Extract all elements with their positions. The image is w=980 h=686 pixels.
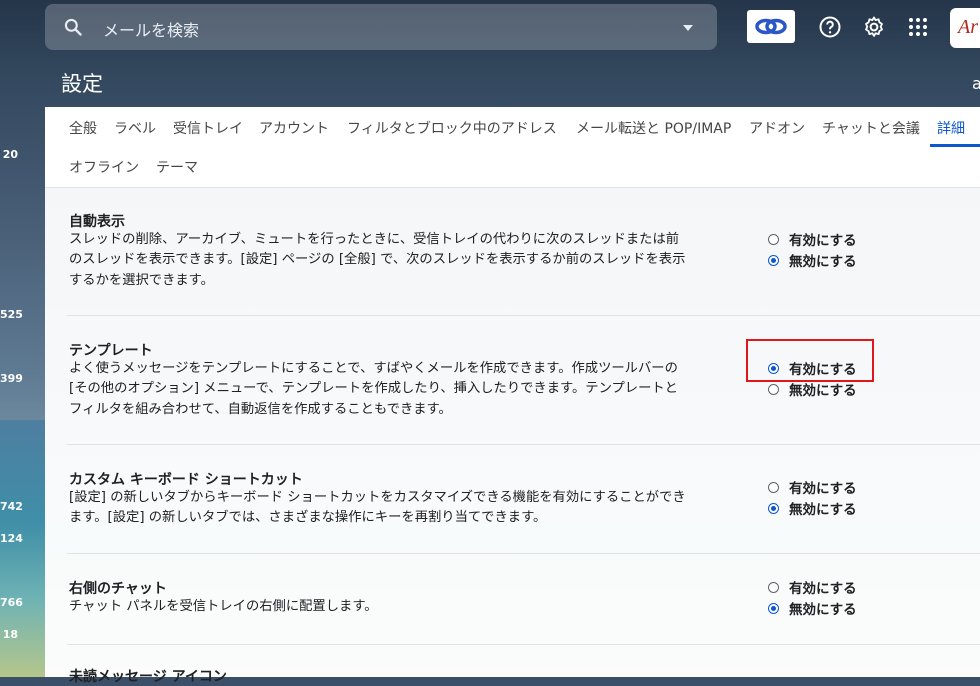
option-label: 無効にする: [789, 602, 857, 618]
radio-button-selected[interactable]: [768, 602, 779, 614]
tab-advanced[interactable]: 詳細: [937, 118, 965, 138]
radio-button-selected[interactable]: [768, 254, 779, 266]
tab-filters[interactable]: フィルタとブロック中のアドレス: [347, 118, 557, 138]
setting-description: チャット パネルを受信トレイの右側に配置します。: [69, 599, 378, 614]
tab-chat-meet[interactable]: チャットと会議: [822, 118, 920, 138]
active-tab-indicator: [930, 144, 980, 147]
option-label: 有効にする: [789, 481, 857, 497]
auto-advance-enable-option[interactable]: 有効にする: [768, 229, 857, 249]
annotation-highlight-box: [746, 339, 874, 382]
sidebar-count: 124: [0, 532, 23, 545]
tab-inbox[interactable]: 受信トレイ: [173, 118, 243, 138]
sidebar-count: 399: [0, 372, 23, 385]
search-icon: [64, 18, 82, 36]
option-label: 無効にする: [789, 254, 857, 270]
section-divider: [67, 553, 980, 554]
auto-advance-disable-option[interactable]: 無効にする: [768, 250, 857, 270]
sidebar-count: 20: [2, 148, 18, 161]
sidebar-count: 18: [2, 628, 18, 641]
setting-title: テンプレート: [69, 343, 153, 359]
sidebar-count: 742: [0, 500, 23, 513]
tab-labels[interactable]: ラベル: [114, 118, 156, 138]
settings-tabs: 全般 ラベル 受信トレイ アカウント フィルタとブロック中のアドレス メール転送…: [45, 107, 980, 188]
settings-panel: 全般 ラベル 受信トレイ アカウント フィルタとブロック中のアドレス メール転送…: [45, 107, 980, 677]
search-bar[interactable]: メールを検索: [45, 4, 717, 50]
radio-button-selected[interactable]: [768, 502, 779, 514]
right-chat-enable-option[interactable]: 有効にする: [768, 577, 857, 597]
setting-title-cutoff: 未読メッセージ アイコン: [69, 669, 227, 685]
option-label: 有効にする: [789, 233, 857, 249]
search-options-chevron-icon[interactable]: [683, 25, 693, 31]
right-chat-disable-option[interactable]: 無効にする: [768, 598, 857, 618]
page-title: 設定: [61, 72, 103, 96]
apps-grid-icon[interactable]: [906, 15, 930, 39]
shortcuts-enable-option[interactable]: 有効にする: [768, 477, 857, 497]
account-logo-text: Ar: [958, 16, 978, 38]
setting-description: スレッドの削除、アーカイブ、ミュートを行ったときに、受信トレイの代わりに次のスレ…: [69, 232, 686, 288]
shortcuts-disable-option[interactable]: 無効にする: [768, 498, 857, 518]
tab-general[interactable]: 全般: [69, 118, 97, 138]
radio-button[interactable]: [768, 233, 779, 245]
radio-button[interactable]: [768, 383, 779, 395]
section-divider: [67, 444, 980, 445]
setting-title: 右側のチャット: [69, 581, 167, 597]
setting-title: カスタム キーボード ショートカット: [69, 472, 303, 488]
section-divider: [67, 315, 980, 316]
tab-themes[interactable]: テーマ: [156, 157, 198, 177]
account-avatar[interactable]: Ar: [950, 8, 980, 48]
tab-addons[interactable]: アドオン: [749, 118, 805, 138]
option-label: 無効にする: [789, 502, 857, 518]
search-input[interactable]: メールを検索: [103, 17, 199, 41]
tab-offline[interactable]: オフライン: [69, 157, 139, 177]
setting-title: 自動表示: [69, 214, 125, 230]
chain-link-button[interactable]: [747, 10, 795, 43]
setting-description: よく使うメッセージをテンプレートにすることで、すばやくメールを作成できます。作成…: [69, 361, 678, 417]
radio-button[interactable]: [768, 581, 779, 593]
option-label: 無効にする: [789, 383, 857, 399]
help-icon[interactable]: [818, 15, 842, 39]
option-label: 有効にする: [789, 581, 857, 597]
radio-button[interactable]: [768, 481, 779, 493]
header-edge-text: a: [972, 74, 980, 93]
tab-accounts[interactable]: アカウント: [259, 118, 329, 138]
section-divider: [67, 644, 980, 645]
chain-link-icon: [755, 18, 787, 35]
setting-description: [設定] の新しいタブからキーボード ショートカットをカスタマイズできる機能を有…: [69, 490, 686, 526]
templates-disable-option[interactable]: 無効にする: [768, 379, 857, 399]
tab-forwarding[interactable]: メール転送と POP/IMAP: [576, 118, 731, 138]
sidebar-count: 766: [0, 596, 23, 609]
sidebar-count: 525: [0, 308, 23, 321]
gear-icon[interactable]: [862, 15, 886, 39]
